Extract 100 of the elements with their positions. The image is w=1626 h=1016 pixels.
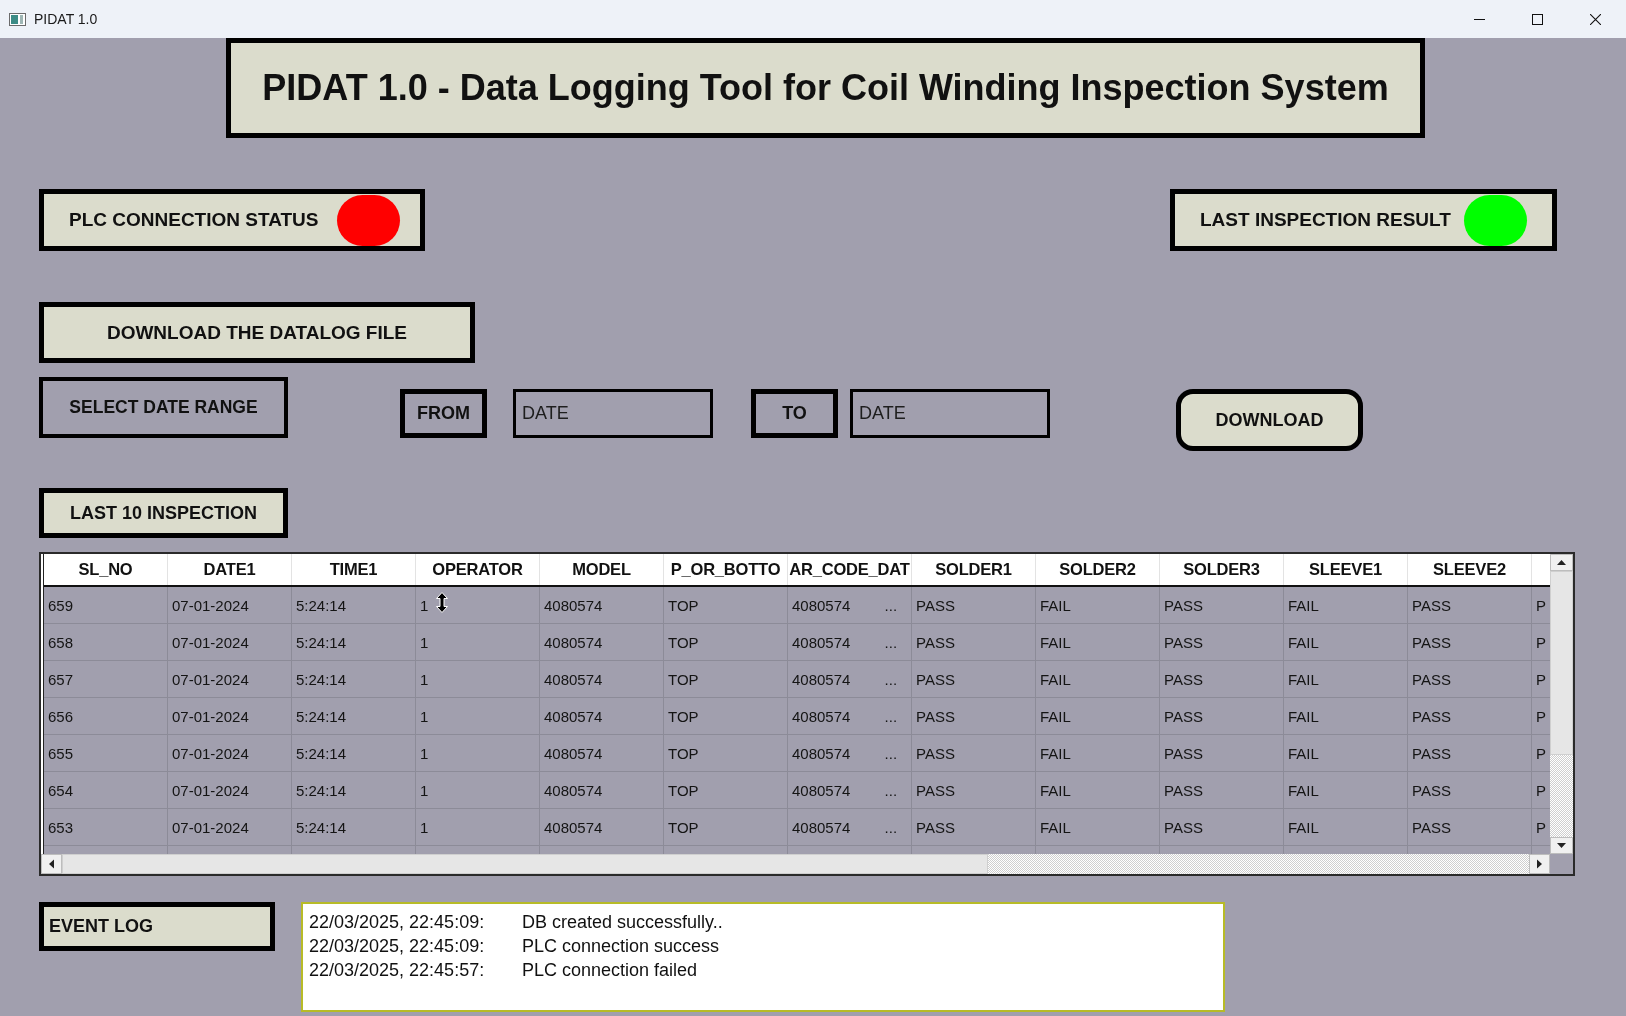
column-header: DATE1 [168,554,292,585]
table-cell: FAIL [1284,587,1408,623]
scroll-right-icon[interactable] [1529,854,1550,874]
close-icon[interactable] [1589,13,1601,25]
table-cell: 4080574 [540,587,664,623]
column-header: SOLDER1 [912,554,1036,585]
column-header: SLEEVE1 [1284,554,1408,585]
table-cell: 658 [44,624,168,660]
table-cell: FAIL [1036,624,1160,660]
log-timestamp: 22/03/2025, 22:45:09: [309,935,486,957]
date-field[interactable]: DATE [850,389,1050,438]
table-cell: PASS [1408,587,1532,623]
table-cell: 07-01-2024 [168,698,292,734]
status-label: LAST INSPECTION RESULT [1200,209,1451,231]
app-icon [9,12,26,26]
scroll-up-icon[interactable] [1550,554,1573,571]
table-cell: FAIL [1284,735,1408,771]
table-cell: PASS [1408,772,1532,808]
table-cell: 4080574 ... [788,735,912,771]
from-label: FROM [400,389,487,438]
table-cell: 654 [44,772,168,808]
table-cell: 4080574 [540,772,664,808]
scrollbar-thumb[interactable] [62,854,988,874]
table-cell: 07-01-2024 [168,661,292,697]
table-cell: 07-01-2024 [168,587,292,623]
table-cell: PASS [912,587,1036,623]
table-cell: 4080574 [540,735,664,771]
table-cell: 4080574 ... [788,698,912,734]
to-label: TO [751,389,838,438]
table-cell: PASS [1160,661,1284,697]
table-cell: 1 [416,809,540,845]
table-cell: PASS [912,661,1036,697]
table-cell: PASS [1160,735,1284,771]
table-cell-text: P [1535,817,1547,838]
section-label: DOWNLOAD THE DATALOG FILE [39,302,475,363]
table-cell: 5:24:14 [292,587,416,623]
download-button[interactable]: DOWNLOAD [1176,389,1363,451]
table-cell: 07-01-2024 [168,772,292,808]
table-cell-text: P [1535,669,1547,690]
section-label: EVENT LOG [39,902,275,951]
maximize-icon[interactable] [1531,13,1543,25]
table-cell: 4080574 ... [788,809,912,845]
table-cell: PASS [1160,624,1284,660]
table-cell-text: P [1535,743,1547,764]
table-cell: 656 [44,698,168,734]
table-cell: FAIL [1284,661,1408,697]
column-header: MODEL [540,554,664,585]
log-message: PLC connection success [522,935,720,957]
table-cell: 5:24:14 [292,661,416,697]
table-cell: FAIL [1036,698,1160,734]
table-cell: FAIL [1284,624,1408,660]
table-cell: 07-01-2024 [168,735,292,771]
table-cell: PASS [1160,698,1284,734]
title-banner: PIDAT 1.0 - Data Logging Tool for Coil Winding Inspection System [226,38,1425,138]
log-message: DB created successfully.. [522,911,723,933]
table-cell: FAIL [1284,809,1408,845]
table-cell: TOP [664,698,788,734]
table-cell: PASS [912,735,1036,771]
table-cell: 5:24:14 [292,809,416,845]
column-header: AR_CODE_DAT [788,554,912,585]
log-timestamp: 22/03/2025, 22:45:09: [309,911,486,933]
table-cell: 657 [44,661,168,697]
table-cell: 4080574 ... [788,587,912,623]
table-cell: 1 [416,698,540,734]
table-cell: 1 [416,661,540,697]
table-cell-text: P [1535,632,1547,653]
log-timestamp: 22/03/2025, 22:45:57: [309,959,486,981]
scroll-left-icon[interactable] [41,854,62,874]
table-cell: 07-01-2024 [168,809,292,845]
table-cell: PASS [1408,809,1532,845]
table-cell-text: P [1535,780,1547,801]
table-cell: FAIL [1036,587,1160,623]
table-cell: 5:24:14 [292,624,416,660]
date-field[interactable]: DATE [513,389,713,438]
table-cell: PASS [1408,698,1532,734]
table-cell: 4080574 [540,809,664,845]
scroll-down-icon[interactable] [1550,837,1573,854]
table-cell: FAIL [1036,661,1160,697]
table-cell: 4080574 [540,624,664,660]
resize-cursor-icon [436,592,448,613]
table-cell: FAIL [1036,772,1160,808]
table-cell: FAIL [1036,735,1160,771]
table-cell: PASS [1408,661,1532,697]
table-cell: FAIL [1284,698,1408,734]
status-label: PLC CONNECTION STATUS [69,209,319,231]
horizontal-scrollbar[interactable] [41,854,1550,874]
table-cell-text: P [1535,595,1547,616]
table-cell: 5:24:14 [292,698,416,734]
vertical-scrollbar[interactable] [1550,554,1573,854]
column-header: OPERATOR [416,554,540,585]
table-cell: 5:24:14 [292,735,416,771]
table-cell: 659 [44,587,168,623]
table-cell: 1 [416,772,540,808]
table-cell: TOP [664,735,788,771]
column-header: TIME1 [292,554,416,585]
table-cell: TOP [664,809,788,845]
table-cell: PASS [1408,735,1532,771]
table-cell: TOP [664,772,788,808]
scrollbar-thumb[interactable] [1550,571,1573,755]
table-cell: PASS [1160,809,1284,845]
